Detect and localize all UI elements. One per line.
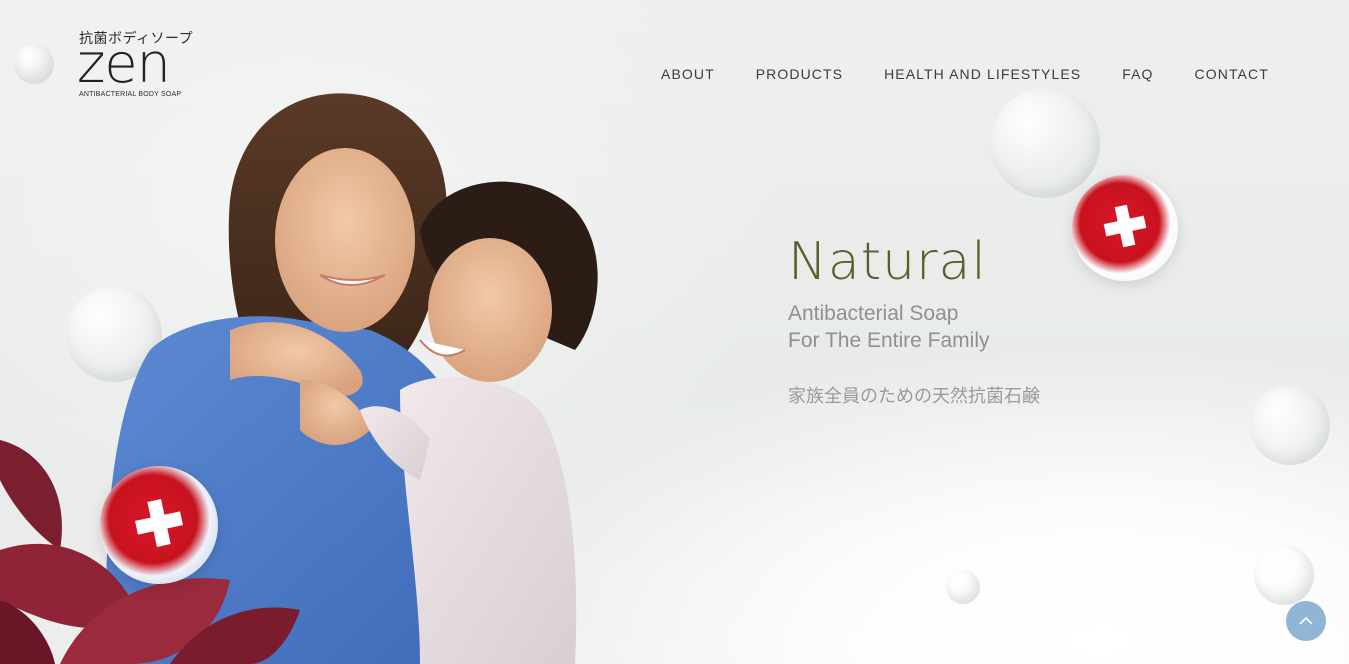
hero-jp-tagline: 家族全員のための天然抗菌石鹸	[788, 386, 1040, 407]
decorative-bubble	[946, 570, 980, 604]
hero-subtitle-line1: Antibacterial Soap	[788, 302, 959, 325]
swiss-cross-icon	[1103, 204, 1147, 248]
decorative-bubble	[14, 44, 54, 84]
chevron-up-icon	[1299, 616, 1313, 625]
hero-subtitle: Antibacterial Soap For The Entire Family	[788, 300, 990, 354]
decorative-bubble	[990, 88, 1100, 198]
decorative-bubble	[1250, 385, 1330, 465]
hero-title: Natural	[788, 232, 987, 292]
nav-health-and-lifestyles[interactable]: HEALTH AND LIFESTYLES	[884, 66, 1081, 82]
swiss-cross-icon	[135, 498, 183, 547]
decorative-bubble	[1254, 545, 1314, 605]
main-nav: ABOUT PRODUCTS HEALTH AND LIFESTYLES FAQ…	[661, 66, 1269, 82]
hero-photo	[0, 93, 598, 664]
swiss-cross-badge	[100, 466, 218, 584]
hero-subtitle-line2: For The Entire Family	[788, 329, 990, 352]
nav-products[interactable]: PRODUCTS	[756, 66, 843, 82]
scroll-to-top-button[interactable]	[1286, 601, 1326, 641]
nav-contact[interactable]: CONTACT	[1195, 66, 1269, 82]
nav-faq[interactable]: FAQ	[1122, 66, 1153, 82]
swiss-cross-badge	[1072, 175, 1178, 281]
nav-about[interactable]: ABOUT	[661, 66, 715, 82]
